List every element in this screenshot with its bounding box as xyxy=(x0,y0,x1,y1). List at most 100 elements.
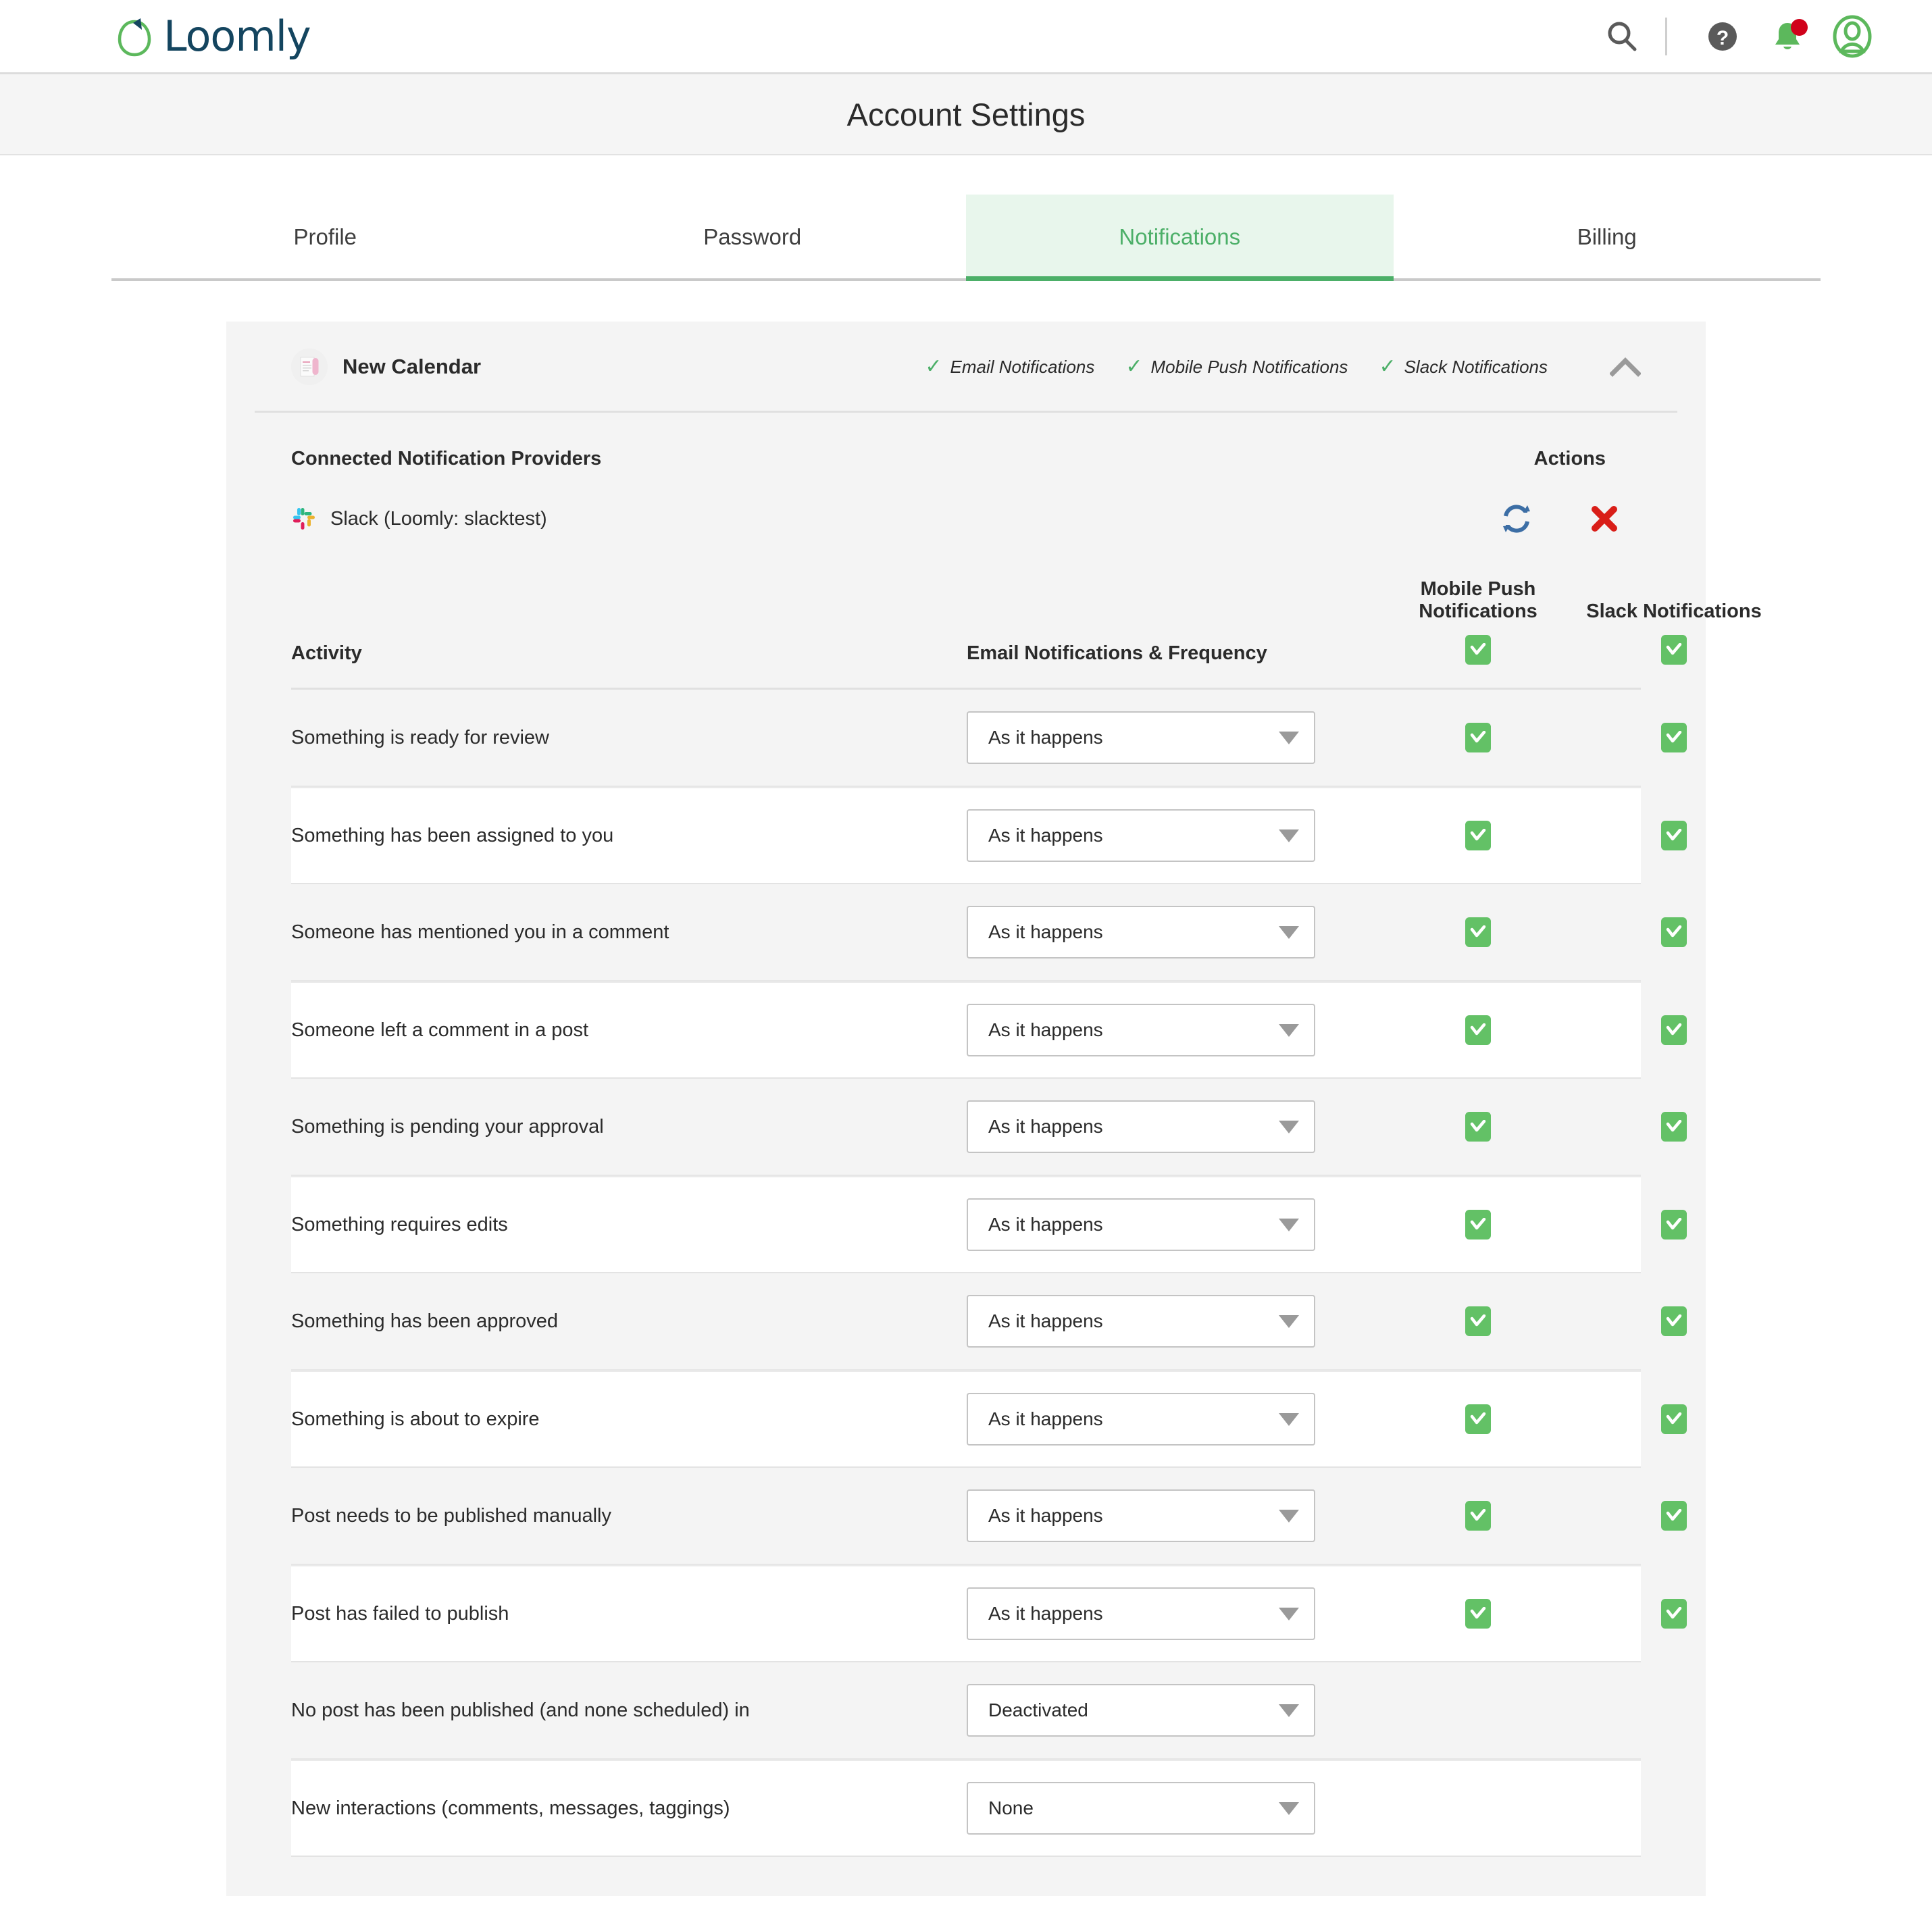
slack-checkbox[interactable] xyxy=(1661,1112,1687,1142)
activity-label: Someone left a comment in a post xyxy=(291,1019,967,1042)
activity-label: Something has been approved xyxy=(291,1310,967,1333)
email-frequency-select[interactable]: As it happens xyxy=(967,711,1315,764)
email-frequency-select[interactable]: As it happens xyxy=(967,1295,1315,1348)
slack-checkbox[interactable] xyxy=(1661,1210,1687,1239)
push-checkbox[interactable] xyxy=(1465,1306,1491,1336)
email-frequency-select[interactable]: As it happens xyxy=(967,1393,1315,1446)
email-frequency-select[interactable]: As it happens xyxy=(967,1587,1315,1640)
activity-label: Something is about to expire xyxy=(291,1408,967,1431)
remove-icon[interactable] xyxy=(1587,501,1622,536)
email-frequency-select[interactable]: As it happens xyxy=(967,1004,1315,1056)
push-select-all-checkbox[interactable] xyxy=(1465,635,1491,665)
push-checkbox[interactable] xyxy=(1465,917,1491,947)
table-row: Something is ready for reviewAs it happe… xyxy=(291,690,1641,787)
providers-actions-title: Actions xyxy=(1534,448,1641,470)
email-frequency-cell: As it happens xyxy=(967,1198,1380,1251)
chevron-down-icon xyxy=(1279,1024,1299,1037)
table-row: New interactions (comments, messages, ta… xyxy=(291,1760,1641,1857)
calendar-header: New Calendar ✓ Email Notifications ✓ Mob… xyxy=(255,322,1677,413)
loomly-mark-icon xyxy=(115,16,154,57)
push-checkbox[interactable] xyxy=(1465,1599,1491,1629)
email-frequency-value: As it happens xyxy=(988,1116,1103,1138)
badge-slack-notifications: ✓ Slack Notifications xyxy=(1379,357,1548,378)
push-checkbox[interactable] xyxy=(1465,723,1491,752)
content-area: New Calendar ✓ Email Notifications ✓ Mob… xyxy=(0,281,1932,1896)
connected-notification-providers: Connected Notification Providers Actions xyxy=(255,413,1677,536)
tab-billing[interactable]: Billing xyxy=(1394,195,1821,278)
table-row: Someone left a comment in a postAs it ha… xyxy=(291,981,1641,1079)
email-frequency-cell: Deactivated xyxy=(967,1684,1380,1737)
slack-checkbox-cell xyxy=(1576,917,1772,947)
tab-password[interactable]: Password xyxy=(539,195,967,278)
email-frequency-value: As it happens xyxy=(988,727,1103,748)
email-frequency-select[interactable]: As it happens xyxy=(967,1100,1315,1153)
slack-checkbox[interactable] xyxy=(1661,1599,1687,1629)
loomly-logo[interactable]: Loomly xyxy=(115,16,311,57)
slack-checkbox[interactable] xyxy=(1661,1015,1687,1045)
email-frequency-cell: As it happens xyxy=(967,711,1380,764)
column-header-slack: Slack Notifications xyxy=(1586,600,1761,623)
slack-checkbox[interactable] xyxy=(1661,1404,1687,1434)
table-row: Something requires editsAs it happens xyxy=(291,1176,1641,1273)
slack-checkbox[interactable] xyxy=(1661,1306,1687,1336)
user-avatar-icon[interactable] xyxy=(1820,4,1885,69)
slack-checkbox[interactable] xyxy=(1661,821,1687,850)
push-checkbox[interactable] xyxy=(1465,821,1491,850)
refresh-icon[interactable] xyxy=(1499,501,1534,536)
slack-select-all-checkbox[interactable] xyxy=(1661,635,1687,665)
activity-label: Post has failed to publish xyxy=(291,1603,967,1625)
slack-icon xyxy=(291,506,317,532)
push-checkbox[interactable] xyxy=(1465,1015,1491,1045)
email-frequency-select[interactable]: None xyxy=(967,1782,1315,1835)
table-row: No post has been published (and none sch… xyxy=(291,1662,1641,1760)
push-checkbox-cell xyxy=(1380,1404,1576,1434)
notifications-bell-icon[interactable] xyxy=(1755,4,1820,69)
column-header-slack-cell: Slack Notifications xyxy=(1576,600,1772,665)
help-icon[interactable]: ? xyxy=(1690,4,1755,69)
push-checkbox-cell xyxy=(1380,1112,1576,1142)
chevron-down-icon xyxy=(1279,1413,1299,1426)
table-row: Someone has mentioned you in a commentAs… xyxy=(291,884,1641,981)
tab-notifications[interactable]: Notifications xyxy=(966,195,1394,278)
table-body: Something is ready for reviewAs it happe… xyxy=(291,690,1641,1857)
slack-checkbox-cell xyxy=(1576,1599,1772,1629)
tab-profile[interactable]: Profile xyxy=(111,195,539,278)
slack-checkbox[interactable] xyxy=(1661,917,1687,947)
provider-name: Slack (Loomly: slacktest) xyxy=(330,508,547,530)
email-frequency-cell: As it happens xyxy=(967,1004,1380,1056)
slack-checkbox-cell xyxy=(1576,1306,1772,1336)
badge-mobile-push-notifications: ✓ Mobile Push Notifications xyxy=(1125,357,1348,378)
email-frequency-select[interactable]: As it happens xyxy=(967,906,1315,958)
column-header-email: Email Notifications & Frequency xyxy=(967,642,1380,665)
slack-checkbox[interactable] xyxy=(1661,1501,1687,1531)
providers-title: Connected Notification Providers xyxy=(291,448,601,470)
chevron-down-icon xyxy=(1279,926,1299,939)
push-checkbox[interactable] xyxy=(1465,1404,1491,1434)
calendar-name: New Calendar xyxy=(342,355,481,379)
email-frequency-value: As it happens xyxy=(988,1505,1103,1527)
chevron-down-icon xyxy=(1279,1121,1299,1133)
email-frequency-select[interactable]: Deactivated xyxy=(967,1684,1315,1737)
push-checkbox[interactable] xyxy=(1465,1501,1491,1531)
slack-checkbox-cell xyxy=(1576,1501,1772,1531)
activity-label: New interactions (comments, messages, ta… xyxy=(291,1797,967,1820)
unread-indicator-dot xyxy=(1791,19,1808,36)
chevron-down-icon xyxy=(1279,1219,1299,1231)
chevron-up-icon[interactable] xyxy=(1610,351,1641,382)
email-frequency-select[interactable]: As it happens xyxy=(967,1198,1315,1251)
slack-checkbox[interactable] xyxy=(1661,723,1687,752)
push-checkbox-cell xyxy=(1380,917,1576,947)
slack-checkbox-cell xyxy=(1576,1404,1772,1434)
email-frequency-value: As it happens xyxy=(988,1214,1103,1235)
email-frequency-select[interactable]: As it happens xyxy=(967,1489,1315,1542)
email-frequency-select[interactable]: As it happens xyxy=(967,809,1315,862)
topbar-divider xyxy=(1665,18,1667,55)
email-frequency-cell: As it happens xyxy=(967,906,1380,958)
provider-row: Slack (Loomly: slacktest) xyxy=(291,501,1641,536)
table-row: Something is pending your approvalAs it … xyxy=(291,1079,1641,1176)
push-checkbox[interactable] xyxy=(1465,1112,1491,1142)
activity-label: Someone has mentioned you in a comment xyxy=(291,921,967,944)
push-checkbox[interactable] xyxy=(1465,1210,1491,1239)
search-icon[interactable] xyxy=(1590,4,1654,69)
badge-email-notifications: ✓ Email Notifications xyxy=(925,357,1094,378)
